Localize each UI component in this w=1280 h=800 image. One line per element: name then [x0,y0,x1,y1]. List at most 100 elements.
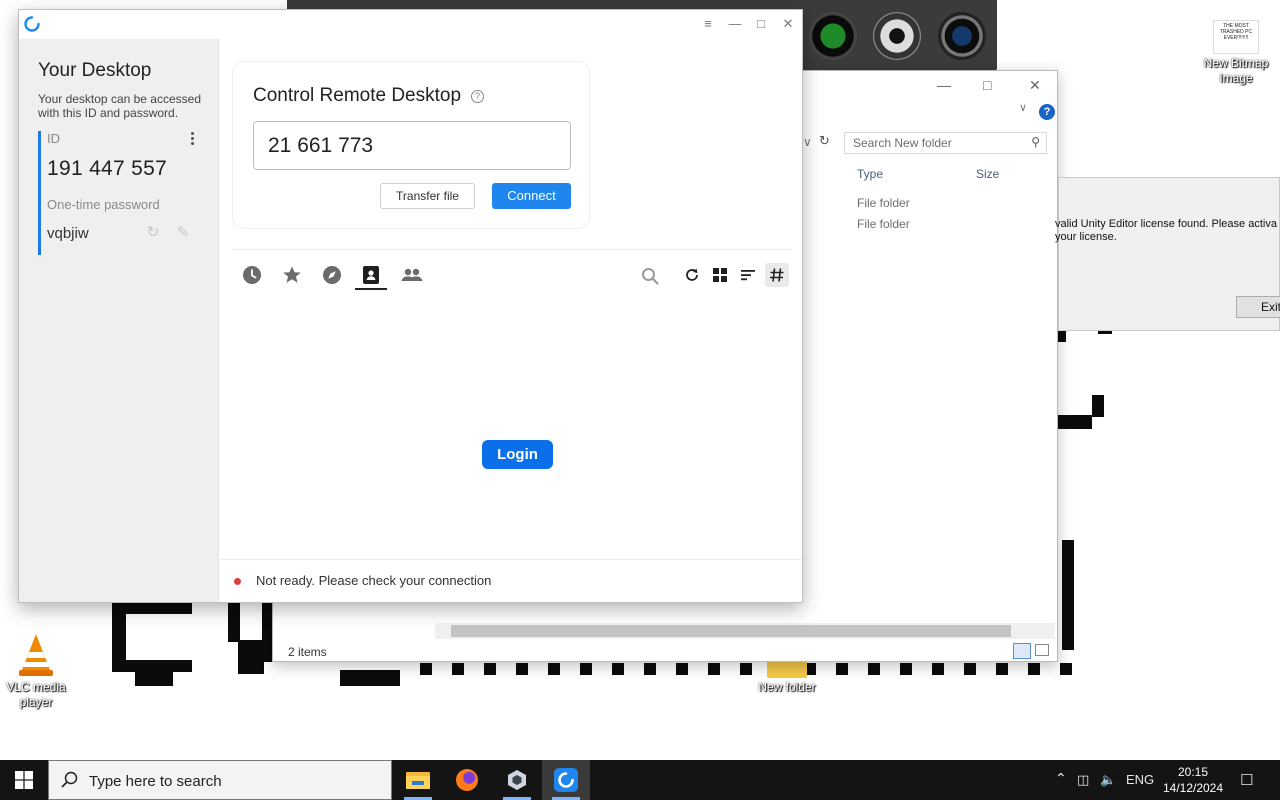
unity-license-dialog: valid Unity Editor license found. Please… [1055,177,1280,331]
tags-filter-button[interactable] [765,263,789,287]
details-view-icon[interactable] [1013,643,1031,659]
grid-view-button[interactable] [708,263,732,287]
dropdown-arrow-icon[interactable]: ∨ [803,135,812,149]
pixel-art [112,660,192,672]
sort-icon [741,270,755,281]
horizontal-scrollbar[interactable] [435,623,1055,639]
exit-button[interactable]: Exit [1236,296,1280,318]
search-icon: ⚲ [1031,135,1040,149]
login-button[interactable]: Login [482,440,553,469]
id-accent-bar [38,131,41,197]
remote-id-input[interactable] [253,121,571,170]
id-value[interactable]: 191 447 557 [47,157,167,181]
pixel-art [228,602,240,642]
power-icon[interactable] [809,12,857,60]
rustdesk-window: ≡ — □ ✕ Your Desktop Your desktop can be… [18,9,803,603]
pixel-art [238,640,264,674]
taskbar-firefox[interactable] [443,760,491,800]
speaker-icon[interactable] [873,12,921,60]
camera-icon[interactable] [938,12,986,60]
password-label: One-time password [47,197,160,212]
taskbar-unity-hub[interactable] [493,760,541,800]
panel-description: Your desktop can be accessed with this I… [38,92,202,120]
chevron-down-icon[interactable]: ∨ [1019,101,1027,114]
desktop-icon-vlc[interactable]: VLC media player [0,632,76,710]
volume-muted-icon[interactable]: 🔈 [1100,772,1116,788]
language-indicator[interactable]: ENG [1126,772,1154,787]
explorer-search-placeholder: Search New folder [853,136,952,150]
explorer-status: 2 items [288,645,327,659]
minimize-icon[interactable]: — [937,77,951,93]
edit-password-icon[interactable]: ✎ [173,223,193,243]
clock-time: 20:15 [1177,765,1209,779]
scrollbar-thumb[interactable] [451,625,1011,637]
connect-button[interactable]: Connect [492,183,571,209]
connect-card-title: Control Remote Desktop [253,85,462,106]
windows-logo-icon [15,771,33,789]
refresh-button[interactable] [680,263,704,287]
menu-icon[interactable]: ≡ [695,12,721,36]
row-type: File folder [857,196,910,210]
system-clock[interactable]: 20:15 14/12/2024 [1158,764,1228,796]
desktop-icon-label: New Bitmap Image [1203,56,1269,85]
connect-card: Control Remote Desktop ? Transfer file C… [232,61,590,229]
notifications-icon[interactable]: ☐ [1240,771,1253,789]
status-indicator-icon [234,578,241,585]
taskbar-search-box[interactable]: Type here to search [48,760,392,800]
vlc-cone-icon [16,632,56,678]
minimize-icon[interactable]: — [722,12,748,36]
grid-view-icon [713,268,727,282]
group-icon [401,268,423,281]
sort-button[interactable] [736,263,760,287]
tab-group[interactable] [396,261,428,289]
rustdesk-app-icon [554,768,578,792]
password-value[interactable]: vqbjiw [47,225,89,242]
firefox-icon [456,769,478,791]
tab-recent-sessions[interactable] [236,261,268,289]
close-icon[interactable]: ✕ [1029,77,1041,94]
title-bar[interactable]: ≡ — □ ✕ [19,10,802,39]
password-accent-bar [38,195,41,255]
tab-address-book[interactable] [355,261,387,289]
search-peers-button[interactable] [638,263,662,287]
refresh-password-icon[interactable]: ↻ [143,223,163,243]
star-icon [283,266,301,283]
more-options-icon[interactable] [185,131,199,147]
bitmap-thumb-caption: THE MOST TRASHED PC EVER!!!!!!!! [1219,23,1253,41]
address-book-icon [363,266,379,284]
pixel-art [1058,415,1092,429]
panel-title: Your Desktop [38,60,152,81]
refresh-icon [686,268,698,281]
clock-date: 14/12/2024 [1162,781,1224,795]
connection-status-text: Not ready. Please check your connection [256,573,492,588]
your-desktop-panel: Your Desktop Your desktop can be accesse… [19,39,219,602]
show-hidden-icons-icon[interactable]: ⌃ [1055,770,1067,787]
network-icon[interactable]: ◫ [1077,772,1089,788]
active-tab-indicator [355,288,387,290]
desktop-icon-new-bitmap[interactable]: THE MOST TRASHED PC EVER!!!!!!!! New Bit… [1196,20,1276,86]
pixel-art [1092,395,1104,417]
column-header-type[interactable]: Type [857,167,883,181]
file-explorer-icon [406,772,430,789]
start-button[interactable] [0,760,48,800]
tiles-view-icon[interactable] [1035,644,1049,656]
unity-license-message: valid Unity Editor license found. Please… [1055,218,1277,243]
tab-discovered[interactable] [316,261,348,289]
help-icon[interactable]: ? [1039,104,1055,120]
column-header-size[interactable]: Size [976,167,999,181]
maximize-icon[interactable]: □ [748,12,774,36]
desktop-icon-label: New folder [758,680,816,694]
transfer-file-button[interactable]: Transfer file [380,183,475,209]
taskbar-file-explorer[interactable] [394,760,442,800]
tab-favorites[interactable] [276,261,308,289]
maximize-icon[interactable]: □ [983,77,991,93]
help-icon[interactable]: ? [471,90,484,103]
taskbar-search-placeholder: Type here to search [89,773,222,790]
refresh-icon[interactable]: ↻ [819,133,830,149]
pixel-art [1062,540,1074,650]
search-icon [61,771,78,788]
explorer-search-input[interactable]: Search New folder ⚲ [844,132,1047,154]
taskbar-rustdesk[interactable] [542,760,590,800]
close-icon[interactable]: ✕ [775,12,801,36]
connection-status-bar: Not ready. Please check your connection [220,559,802,602]
